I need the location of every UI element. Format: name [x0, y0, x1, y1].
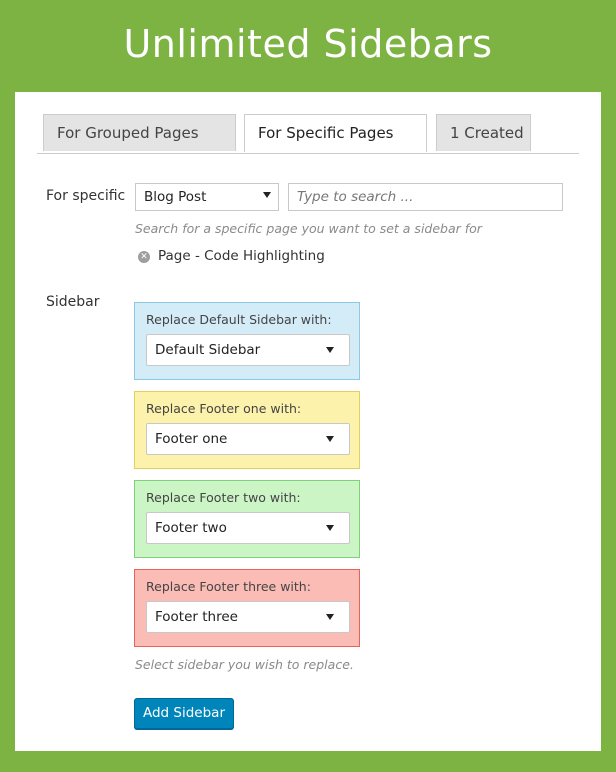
footer-one-select-value: Footer one: [155, 431, 228, 447]
footer-three-select-value: Footer three: [155, 609, 238, 625]
tab-bar: For Grouped Pages For Specific Pages 1 C…: [37, 114, 579, 154]
replace-footer-three-box: Replace Footer three with: Footer three: [134, 569, 360, 647]
sidebar-label: Sidebar: [46, 294, 100, 310]
chevron-down-icon: [326, 614, 334, 620]
add-sidebar-button[interactable]: Add Sidebar: [134, 698, 234, 729]
for-specific-label: For specific: [46, 188, 126, 204]
replace-footer-two-label: Replace Footer two with:: [146, 490, 301, 505]
replace-footer-three-label: Replace Footer three with:: [146, 579, 311, 594]
footer-two-select[interactable]: Footer two: [146, 512, 350, 544]
page-title: Unlimited Sidebars: [123, 22, 493, 66]
replace-default-sidebar-box: Replace Default Sidebar with: Default Si…: [134, 302, 360, 380]
replace-footer-one-label: Replace Footer one with:: [146, 401, 302, 416]
page-search-field[interactable]: [288, 183, 563, 211]
default-sidebar-select[interactable]: Default Sidebar: [146, 334, 350, 366]
tab-created[interactable]: 1 Created: [436, 114, 531, 151]
selected-page-tag: Page - Code Highlighting: [158, 248, 325, 264]
close-icon[interactable]: ✕: [138, 251, 150, 263]
replace-default-sidebar-label: Replace Default Sidebar with:: [146, 312, 332, 327]
chevron-down-icon: [326, 347, 334, 353]
settings-panel: For Grouped Pages For Specific Pages 1 C…: [15, 92, 601, 751]
footer-three-select[interactable]: Footer three: [146, 601, 350, 633]
tab-specific-pages[interactable]: For Specific Pages: [244, 114, 427, 152]
post-type-select-value: Blog Post: [144, 189, 207, 205]
replace-footer-two-box: Replace Footer two with: Footer two: [134, 480, 360, 558]
default-sidebar-select-value: Default Sidebar: [155, 342, 261, 358]
chevron-down-icon: [263, 192, 271, 198]
footer-two-select-value: Footer two: [155, 520, 227, 536]
post-type-select[interactable]: Blog Post: [135, 183, 279, 211]
replace-footer-one-box: Replace Footer one with: Footer one: [134, 391, 360, 469]
footer-one-select[interactable]: Footer one: [146, 423, 350, 455]
search-hint: Search for a specific page you want to s…: [135, 221, 482, 236]
page-search-input[interactable]: [289, 184, 562, 210]
replace-hint: Select sidebar you wish to replace.: [135, 657, 354, 672]
chevron-down-icon: [326, 436, 334, 442]
tab-grouped-pages[interactable]: For Grouped Pages: [43, 114, 236, 151]
chevron-down-icon: [326, 525, 334, 531]
